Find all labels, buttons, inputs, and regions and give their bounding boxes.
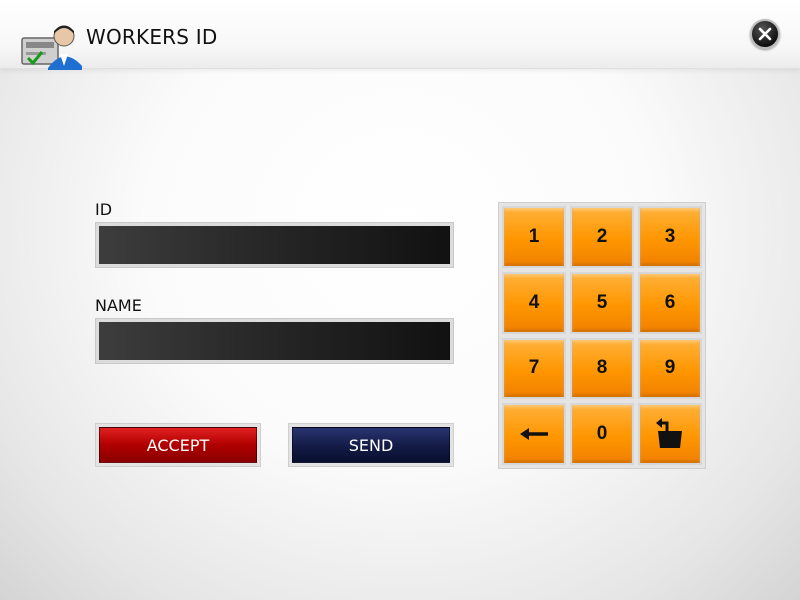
- key-0[interactable]: 0: [570, 403, 634, 465]
- key-6[interactable]: 6: [638, 271, 702, 334]
- header-bar: WORKERS ID: [0, 0, 800, 70]
- name-input[interactable]: [99, 322, 450, 360]
- id-input[interactable]: [99, 226, 450, 264]
- send-button[interactable]: SEND: [292, 427, 450, 463]
- key-2[interactable]: 2: [570, 206, 634, 268]
- send-button-frame: SEND: [288, 423, 454, 467]
- key-1[interactable]: 1: [502, 206, 566, 268]
- shift-icon: [656, 418, 682, 449]
- key-7[interactable]: 7: [502, 337, 566, 400]
- backspace-arrow-icon: [520, 428, 548, 441]
- shift-key[interactable]: [638, 403, 702, 465]
- name-field-frame: [95, 318, 454, 364]
- accept-button[interactable]: ACCEPT: [99, 427, 257, 463]
- id-field-frame: [95, 222, 454, 268]
- backspace-key[interactable]: [502, 403, 566, 465]
- numeric-keypad: 1 2 3 4 5 6 7 8 9 0: [498, 202, 706, 469]
- id-label: ID: [95, 200, 113, 219]
- key-8[interactable]: 8: [570, 337, 634, 400]
- page-title: WORKERS ID: [86, 25, 218, 49]
- key-9[interactable]: 9: [638, 337, 702, 400]
- close-icon: [758, 27, 772, 41]
- key-5[interactable]: 5: [570, 271, 634, 334]
- worker-id-icon: [21, 25, 82, 70]
- name-label: NAME: [95, 296, 142, 315]
- accept-button-frame: ACCEPT: [95, 423, 261, 467]
- close-button[interactable]: [750, 19, 780, 49]
- key-4[interactable]: 4: [502, 271, 566, 334]
- key-3[interactable]: 3: [638, 206, 702, 268]
